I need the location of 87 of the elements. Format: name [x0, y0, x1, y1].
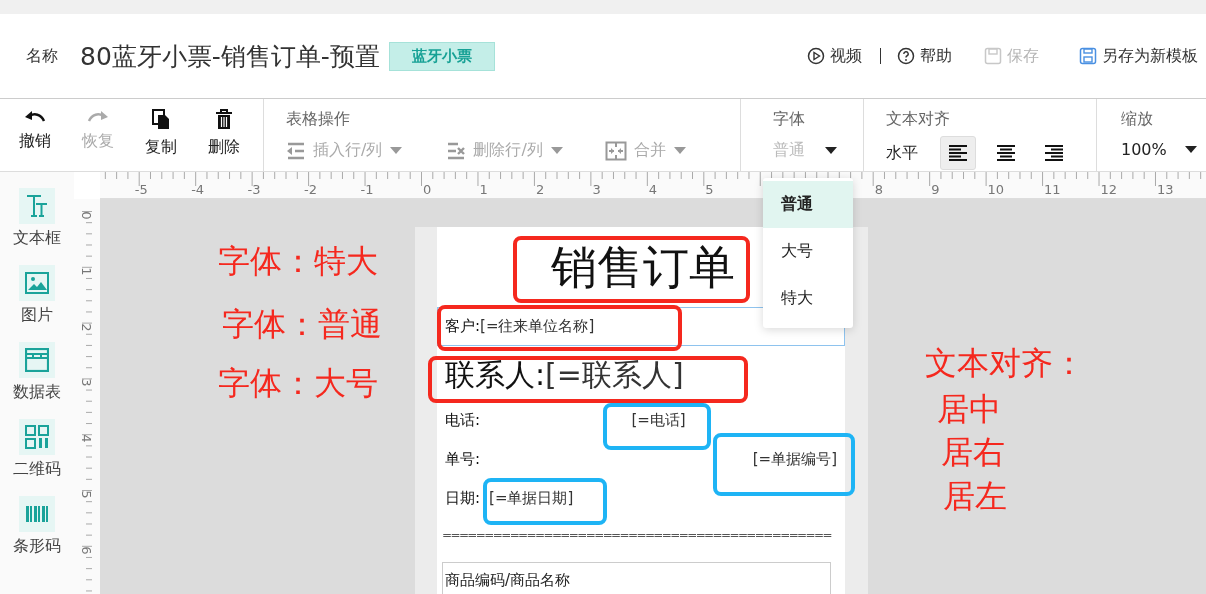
- annotation-note: 居右: [941, 434, 1005, 470]
- help-button[interactable]: 帮助: [897, 45, 952, 67]
- template-title: 80蓝牙小票-销售订单-预置: [80, 40, 380, 73]
- barcode-tool[interactable]: 条形码: [13, 496, 61, 557]
- ruler-number: -4: [191, 183, 205, 196]
- merge-cells-icon: [604, 140, 627, 161]
- annotation-note: 居中: [937, 391, 1001, 427]
- menu-item[interactable]: 普通: [763, 181, 853, 228]
- save-as-button[interactable]: 另存为新模板: [1079, 45, 1198, 67]
- group-title: 字体: [773, 109, 806, 130]
- ruler-number: 6: [79, 546, 93, 555]
- ruler-number: 1: [479, 183, 488, 196]
- ruler-number: 12: [1100, 183, 1118, 196]
- align-center-icon: [996, 144, 1016, 162]
- ruler-number: 2: [535, 183, 545, 196]
- delete-row-icon: [446, 141, 467, 160]
- caret-icon: [390, 147, 403, 154]
- ruler-number: 11: [1044, 183, 1061, 196]
- undo-icon: [23, 109, 46, 123]
- zoom-select[interactable]: 100%: [1121, 140, 1197, 159]
- ruler-number: 4: [648, 183, 658, 196]
- group-title: 缩放: [1121, 109, 1154, 130]
- ruler-number: 9: [931, 183, 940, 196]
- video-button[interactable]: 视频: [807, 45, 862, 67]
- ruler-number: 3: [79, 378, 93, 388]
- caret-icon: [673, 147, 686, 154]
- image-icon: [25, 272, 49, 294]
- ruler-number: 3: [592, 183, 601, 196]
- menu-item[interactable]: 大号: [763, 228, 853, 275]
- help-icon: [897, 47, 915, 65]
- name-label: 名称: [26, 45, 58, 67]
- ruler-number: 0: [423, 183, 432, 196]
- ruler-number: 5: [79, 490, 93, 499]
- separator-line: ==============================================: [442, 528, 831, 542]
- ruler-number: 4: [79, 434, 93, 443]
- annotation-note: 字体：大号: [218, 365, 378, 401]
- annotation-note: 居左: [943, 478, 1007, 514]
- field-label: 电话:: [445, 411, 481, 430]
- insert-row-icon: [286, 141, 306, 160]
- template-tag: 蓝牙小票: [388, 41, 495, 71]
- ruler-number: 2: [79, 322, 93, 332]
- ruler-number: 0: [79, 211, 93, 220]
- receipt-title: 销售订单: [550, 239, 735, 296]
- field-label: 单号:: [445, 450, 481, 469]
- annotation-note: 字体：普通: [222, 306, 382, 342]
- align-left-button[interactable]: [940, 136, 976, 170]
- annotation-note: 字体：特大: [218, 243, 378, 279]
- annotation-note: 文本对齐：: [925, 345, 1085, 381]
- ruler-number: -3: [247, 183, 261, 196]
- field-value: [=单据编号]: [751, 450, 837, 469]
- delete-button[interactable]: 删除: [192, 109, 255, 158]
- field-value: [=单据日期]: [489, 489, 574, 508]
- table-icon: [25, 348, 49, 372]
- receipt-field: 联系人:[=联系人]: [437, 353, 845, 397]
- align-left-icon: [948, 144, 968, 162]
- ruler-number: 8: [874, 183, 883, 196]
- caret-icon: [1185, 146, 1197, 153]
- ruler-number: -2: [304, 183, 318, 196]
- grid-icon: [25, 425, 49, 449]
- textbox-tool[interactable]: 文本框: [13, 188, 61, 249]
- save-icon: [984, 47, 1002, 65]
- trash-icon: [214, 109, 233, 129]
- field-label: 日期:: [445, 489, 481, 508]
- align-right-icon: [1044, 144, 1064, 162]
- text-icon: [25, 194, 49, 218]
- play-icon: [807, 47, 825, 65]
- table-tool[interactable]: 数据表: [13, 342, 61, 403]
- undo-button[interactable]: 撤销: [3, 109, 66, 158]
- ruler-number: 5: [705, 183, 714, 196]
- field-value: [=电话]: [630, 411, 687, 430]
- horizontal-label: 水平: [886, 142, 918, 164]
- save-icon: [1079, 47, 1097, 65]
- table-header: 商品编码/商品名称: [442, 562, 831, 594]
- ruler-number: 13: [1156, 183, 1174, 196]
- caret-icon: [825, 147, 837, 154]
- ruler-number: -5: [134, 183, 148, 196]
- caret-icon: [550, 147, 563, 154]
- ruler-number: 1: [79, 267, 93, 276]
- ruler-number: -1: [360, 183, 374, 196]
- redo-icon: [86, 109, 109, 123]
- barcode-icon: [25, 506, 49, 522]
- ruler-number: 10: [987, 183, 1005, 196]
- group-title: 表格操作: [286, 109, 351, 130]
- qrcode-tool[interactable]: 二维码: [13, 419, 61, 480]
- copy-icon: [151, 109, 170, 129]
- copy-button[interactable]: 复制: [129, 109, 192, 158]
- group-title: 文本对齐: [886, 109, 951, 130]
